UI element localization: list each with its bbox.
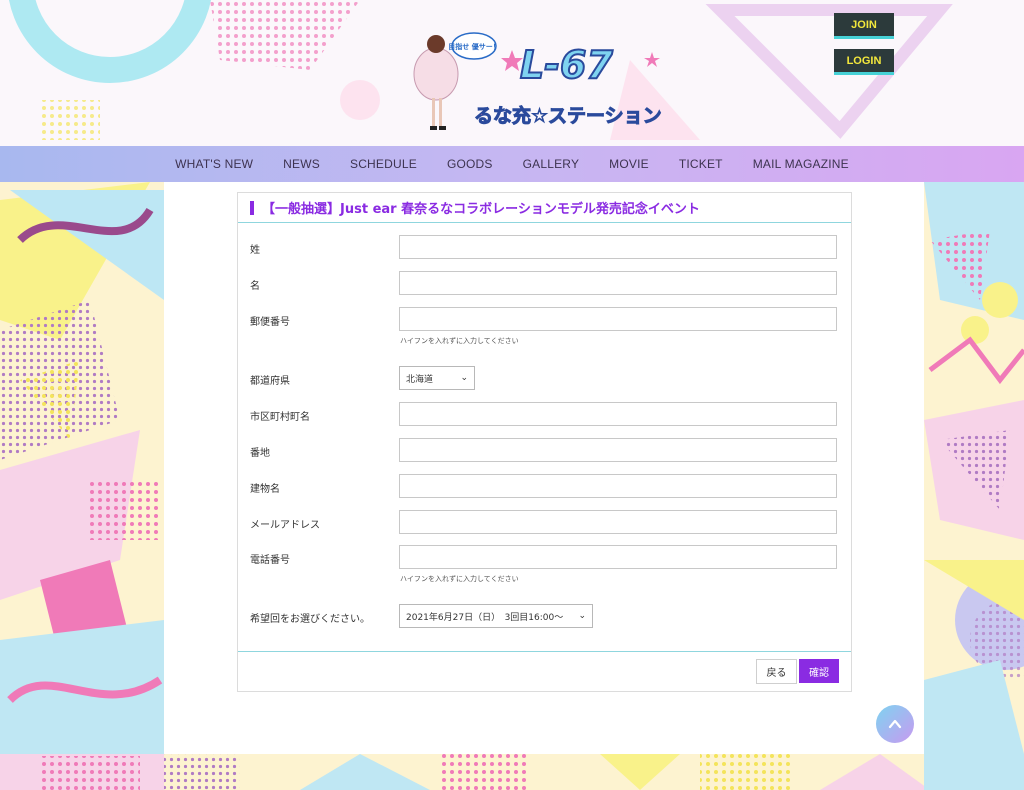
phone-hint: ハイフンを入れずに入力してください	[400, 575, 519, 583]
main-nav: WHAT'S NEW NEWS SCHEDULE GOODS GALLERY M…	[0, 146, 1024, 182]
city-input[interactable]	[399, 402, 837, 426]
session-value: 2021年6月27日（日） 3回目16:00～	[406, 612, 564, 623]
nav-news[interactable]: NEWS	[283, 157, 320, 171]
chevron-down-icon: ⌄	[578, 611, 586, 621]
logo-main: L-67	[520, 43, 613, 87]
nav-ticket[interactable]: TICKET	[679, 157, 723, 171]
nav-schedule[interactable]: SCHEDULE	[350, 157, 417, 171]
postal-input[interactable]	[399, 307, 837, 331]
prefecture-label: 都道府県	[250, 376, 290, 387]
login-button[interactable]: LOGIN	[834, 49, 894, 75]
address-input[interactable]	[399, 438, 837, 462]
first-name-label: 名	[250, 281, 260, 292]
site-header: 目指せ 優サー！ L-67 るな充☆ステーション JOIN LOGIN	[0, 0, 1024, 146]
scroll-to-top-button[interactable]	[876, 705, 914, 743]
building-label: 建物名	[250, 484, 280, 495]
address-label: 番地	[250, 448, 270, 459]
postal-label: 郵便番号	[250, 317, 290, 328]
phone-input[interactable]	[399, 545, 837, 569]
prefecture-select[interactable]: 北海道 ⌄	[399, 366, 475, 390]
form-title: 【一般抽選】Just ear 春奈るなコラボレーションモデル発売記念イベント	[262, 202, 700, 217]
nav-goods[interactable]: GOODS	[447, 157, 493, 171]
nav-whats-new[interactable]: WHAT'S NEW	[175, 157, 253, 171]
city-label: 市区町村町名	[250, 412, 310, 423]
last-name-label: 姓	[250, 245, 260, 256]
content-panel: 【一般抽選】Just ear 春奈るなコラボレーションモデル発売記念イベント 姓…	[164, 182, 924, 754]
entry-form: 【一般抽選】Just ear 春奈るなコラボレーションモデル発売記念イベント 姓…	[237, 192, 852, 692]
last-name-input[interactable]	[399, 235, 837, 259]
nav-gallery[interactable]: GALLERY	[523, 157, 580, 171]
email-input[interactable]	[399, 510, 837, 534]
email-label: メールアドレス	[250, 520, 320, 531]
nav-mail-magazine[interactable]: MAIL MAGAZINE	[753, 157, 849, 171]
form-footer-divider	[238, 651, 851, 652]
form-title-bar: 【一般抽選】Just ear 春奈るなコラボレーションモデル発売記念イベント	[238, 193, 851, 223]
session-label: 希望回をお選びください。	[250, 614, 370, 625]
building-input[interactable]	[399, 474, 837, 498]
back-button[interactable]: 戻る	[756, 659, 797, 684]
session-select[interactable]: 2021年6月27日（日） 3回目16:00～ ⌄	[399, 604, 593, 628]
title-accent-bar	[250, 200, 254, 215]
postal-hint: ハイフンを入れずに入力してください	[400, 337, 519, 345]
chevron-down-icon: ⌄	[460, 373, 468, 383]
logo-tagline: 目指せ 優サー！	[448, 42, 499, 51]
confirm-button[interactable]: 確認	[799, 659, 839, 683]
first-name-input[interactable]	[399, 271, 837, 295]
phone-label: 電話番号	[250, 555, 290, 566]
logo-sub: るな充☆ステーション	[474, 104, 662, 127]
nav-movie[interactable]: MOVIE	[609, 157, 649, 171]
join-button[interactable]: JOIN	[834, 13, 894, 39]
chevron-up-icon	[888, 719, 902, 729]
prefecture-value: 北海道	[406, 374, 434, 385]
site-logo[interactable]: 目指せ 優サー！ L-67 るな充☆ステーション	[412, 30, 688, 138]
